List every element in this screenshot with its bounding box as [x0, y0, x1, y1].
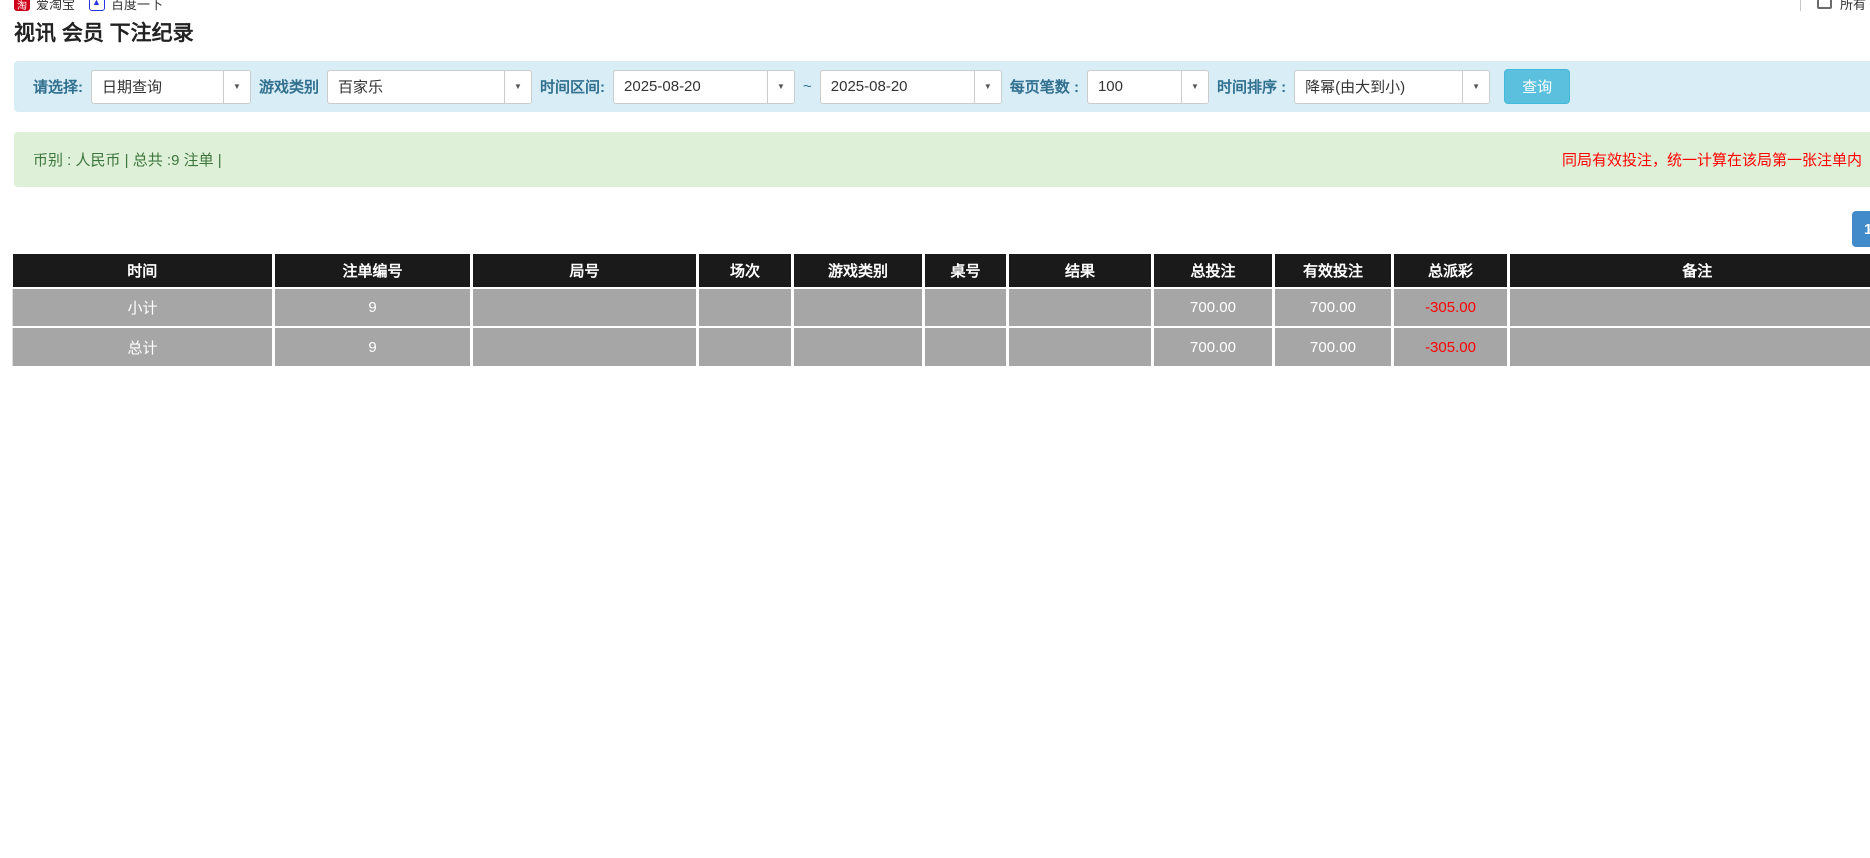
- table-header-cell: 注单编号: [274, 254, 472, 288]
- total-total-bet: 700.00: [1153, 327, 1274, 366]
- page-size-value: 100: [1088, 78, 1181, 95]
- chevron-down-icon[interactable]: ▼: [767, 71, 794, 103]
- date-to-value: 2025-08-20: [821, 78, 974, 95]
- total-payout: -305.00: [1393, 327, 1509, 366]
- date-from-value: 2025-08-20: [614, 78, 767, 95]
- bookmark-aitaobao[interactable]: 爱淘宝: [14, 0, 75, 13]
- time-sort-label: 时间排序 :: [1217, 76, 1286, 97]
- table-header-cell: 桌号: [924, 254, 1008, 288]
- bookmark-label: 爱淘宝: [36, 0, 75, 13]
- total-valid-bet: 700.00: [1274, 327, 1393, 366]
- bookmark-label: 百度一下: [111, 0, 163, 13]
- chevron-down-icon[interactable]: ▼: [974, 71, 1001, 103]
- query-type-select[interactable]: 日期查询 ▼: [91, 70, 251, 104]
- table-header-cell: 备注: [1509, 254, 1870, 288]
- table-header-cell: 总投注: [1153, 254, 1274, 288]
- chevron-down-icon[interactable]: ▼: [1462, 71, 1489, 103]
- date-range-label: 时间区间:: [540, 76, 605, 97]
- bookmark-baidu[interactable]: 百度一下: [89, 0, 163, 13]
- search-button[interactable]: 查询: [1504, 69, 1570, 104]
- game-type-label: 游戏类别: [259, 76, 319, 97]
- separator: [1800, 0, 1801, 11]
- total-count: 9: [274, 327, 472, 366]
- folder-icon: [1817, 0, 1832, 9]
- query-type-label: 请选择:: [33, 76, 83, 97]
- query-type-value: 日期查询: [92, 76, 223, 97]
- page-title: 视讯 会员 下注纪录: [14, 17, 1870, 47]
- summary-bar: 币别 : 人民币 | 总共 :9 注单 | 同局有效投注，统一计算在该局第一张注…: [14, 132, 1870, 187]
- valid-bet-notice-text: 同局有效投注，统一计算在该局第一张注单内: [1562, 149, 1862, 170]
- table-header-cell: 结果: [1008, 254, 1153, 288]
- all-bookmarks-label: 所有: [1840, 0, 1866, 13]
- table-header-row: 时间注单编号局号场次游戏类别桌号结果总投注有效投注总派彩备注: [13, 254, 1870, 288]
- subtotal-total-bet: 700.00: [1153, 288, 1274, 327]
- bet-records-table: 时间注单编号局号场次游戏类别桌号结果总投注有效投注总派彩备注 小计 9 700.…: [12, 254, 1870, 366]
- table-header-cell: 场次: [698, 254, 793, 288]
- subtotal-row: 小计 9 700.00 700.00 -305.00: [13, 288, 1870, 327]
- page-1-button[interactable]: 1: [1852, 211, 1870, 247]
- time-sort-select[interactable]: 降幂(由大到小) ▼: [1294, 70, 1490, 104]
- range-separator: ~: [803, 78, 812, 95]
- table-header-cell: 总派彩: [1393, 254, 1509, 288]
- chevron-down-icon[interactable]: ▼: [1181, 71, 1208, 103]
- date-to-picker[interactable]: 2025-08-20 ▼: [820, 70, 1002, 104]
- total-label: 总计: [13, 327, 274, 366]
- game-type-value: 百家乐: [328, 76, 504, 97]
- subtotal-count: 9: [274, 288, 472, 327]
- browser-bookmarks-bar: 爱淘宝 百度一下 所有: [0, 0, 1870, 16]
- all-bookmarks[interactable]: 所有: [1800, 0, 1866, 13]
- baidu-favicon-icon: [89, 0, 105, 11]
- table-header-cell: 有效投注: [1274, 254, 1393, 288]
- subtotal-payout: -305.00: [1393, 288, 1509, 327]
- game-type-select[interactable]: 百家乐 ▼: [327, 70, 532, 104]
- total-row: 总计 9 700.00 700.00 -305.00: [13, 327, 1870, 366]
- subtotal-valid-bet: 700.00: [1274, 288, 1393, 327]
- page-size-select[interactable]: 100 ▼: [1087, 70, 1209, 104]
- filter-panel: 请选择: 日期查询 ▼ 游戏类别 百家乐 ▼ 时间区间: 2025-08-20 …: [14, 61, 1870, 112]
- subtotal-label: 小计: [13, 288, 274, 327]
- chevron-down-icon[interactable]: ▼: [504, 71, 531, 103]
- page-size-label: 每页笔数 :: [1010, 76, 1079, 97]
- taobao-favicon-icon: [14, 0, 30, 11]
- table-header-cell: 游戏类别: [793, 254, 924, 288]
- chevron-down-icon[interactable]: ▼: [223, 71, 250, 103]
- table-header-cell: 局号: [472, 254, 698, 288]
- pagination: 1: [0, 187, 1870, 254]
- time-sort-value: 降幂(由大到小): [1295, 76, 1462, 97]
- table-header-cell: 时间: [13, 254, 274, 288]
- date-from-picker[interactable]: 2025-08-20 ▼: [613, 70, 795, 104]
- currency-total-text: 币别 : 人民币 | 总共 :9 注单 |: [33, 149, 222, 170]
